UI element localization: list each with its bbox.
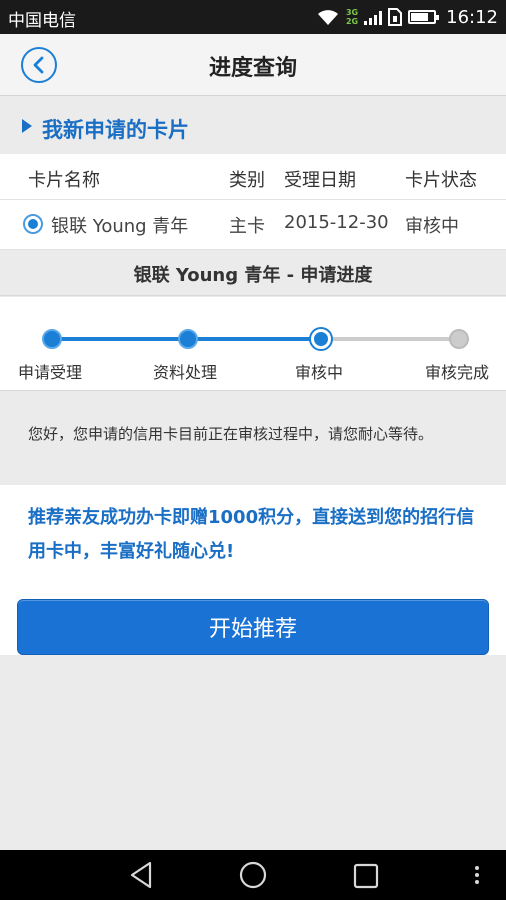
triangle-right-icon [22,119,32,133]
home-nav-icon[interactable] [238,860,268,890]
status-message-text: 您好，您申请的信用卡目前正在审核过程中，请您耐心等待。 [28,425,434,443]
card-type: 主卡 [229,216,265,237]
table-header: 卡片名称 类别 受理日期 卡片状态 [0,154,506,200]
signal-icon [364,9,383,25]
section-header: 我新申请的卡片 [0,97,506,154]
status-bar: 中国电信 3G 2G 16:12 [0,0,506,34]
card-date: 2015-12-30 [284,212,389,233]
network-3g-label: 3G [345,8,359,17]
step-connector-3 [321,337,459,341]
step-dot-2 [178,329,198,349]
section-title: 我新申请的卡片 [42,118,189,142]
card-status: 审核中 [405,216,459,237]
row-radio[interactable] [23,214,43,234]
table-row[interactable]: 银联 Young 青年 主卡 2015-12-30 审核中 [0,200,506,250]
column-header-status: 卡片状态 [405,170,477,191]
column-header-type: 类别 [229,170,265,191]
wifi-icon [317,10,338,25]
recents-nav-icon[interactable] [352,860,380,890]
step-label-2: 资料处理 [153,363,218,382]
column-header-name: 卡片名称 [28,170,100,191]
promo-text: 推荐亲友成功办卡即赠1000积分，直接送到您的招行信用卡中，丰富好礼随心兑! [28,507,475,562]
status-icons: 3G 2G 16:12 [316,4,498,30]
network-type-icon: 3G 2G [346,8,358,26]
progress-stepper: 申请受理 资料处理 审核中 审核完成 [0,297,506,391]
step-label-1: 申请受理 [18,363,83,382]
step-connector-2 [188,337,321,341]
network-2g-label: 2G [345,17,359,26]
header: 进度查询 [0,34,506,96]
step-dot-3 [311,329,331,349]
carrier-label: 中国电信 [8,11,76,31]
clock: 16:12 [446,6,498,28]
card-table: 卡片名称 类别 受理日期 卡片状态 银联 Young 青年 主卡 2015-12… [0,154,506,250]
step-dot-4 [449,329,469,349]
progress-title: 银联 Young 青年 - 申请进度 [0,250,506,296]
step-connector-1 [52,337,188,341]
page-title: 进度查询 [208,56,297,81]
step-label-3: 审核中 [295,363,344,382]
card-name: 银联 Young 青年 [51,216,189,237]
start-recommend-button[interactable]: 开始推荐 [17,599,489,655]
more-vertical-icon[interactable] [472,860,482,890]
promo-panel: 推荐亲友成功办卡即赠1000积分，直接送到您的招行信用卡中，丰富好礼随心兑! 开… [0,485,506,655]
back-nav-icon[interactable] [128,860,154,890]
battery-icon [408,10,440,24]
status-message: 您好，您申请的信用卡目前正在审核过程中，请您耐心等待。 [0,392,506,485]
step-label-4: 审核完成 [425,363,490,382]
system-nav-bar [0,850,506,900]
sim-icon [388,8,403,26]
column-header-date: 受理日期 [284,170,356,191]
step-dot-1 [42,329,62,349]
